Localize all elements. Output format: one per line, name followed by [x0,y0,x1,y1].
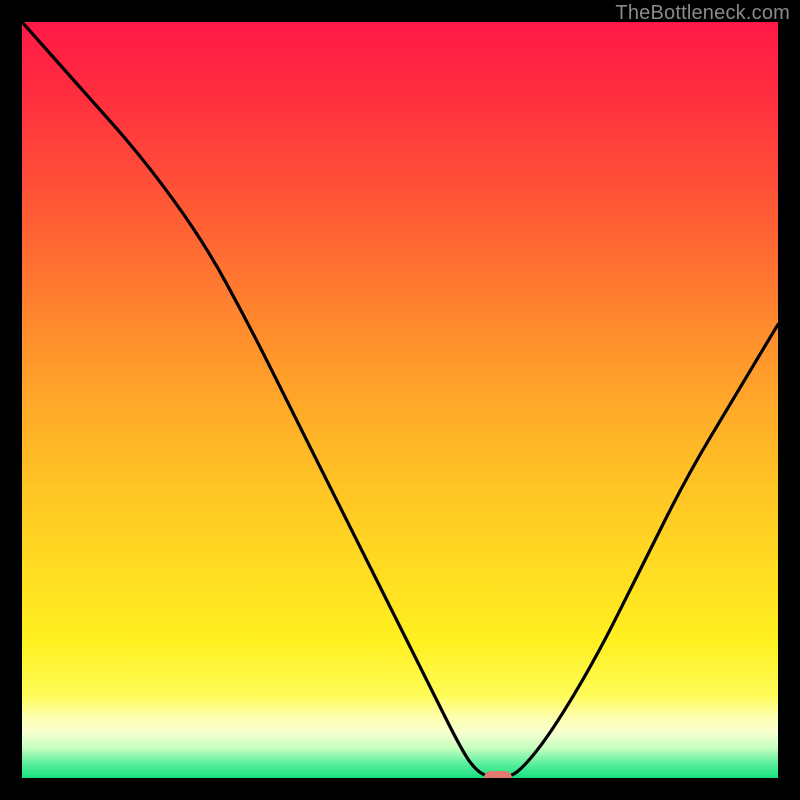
watermark-text: TheBottleneck.com [615,2,790,25]
plot-area [22,22,778,778]
bottleneck-curve [22,22,778,778]
chart-frame: TheBottleneck.com [0,0,800,800]
optimal-point-marker [484,771,512,778]
